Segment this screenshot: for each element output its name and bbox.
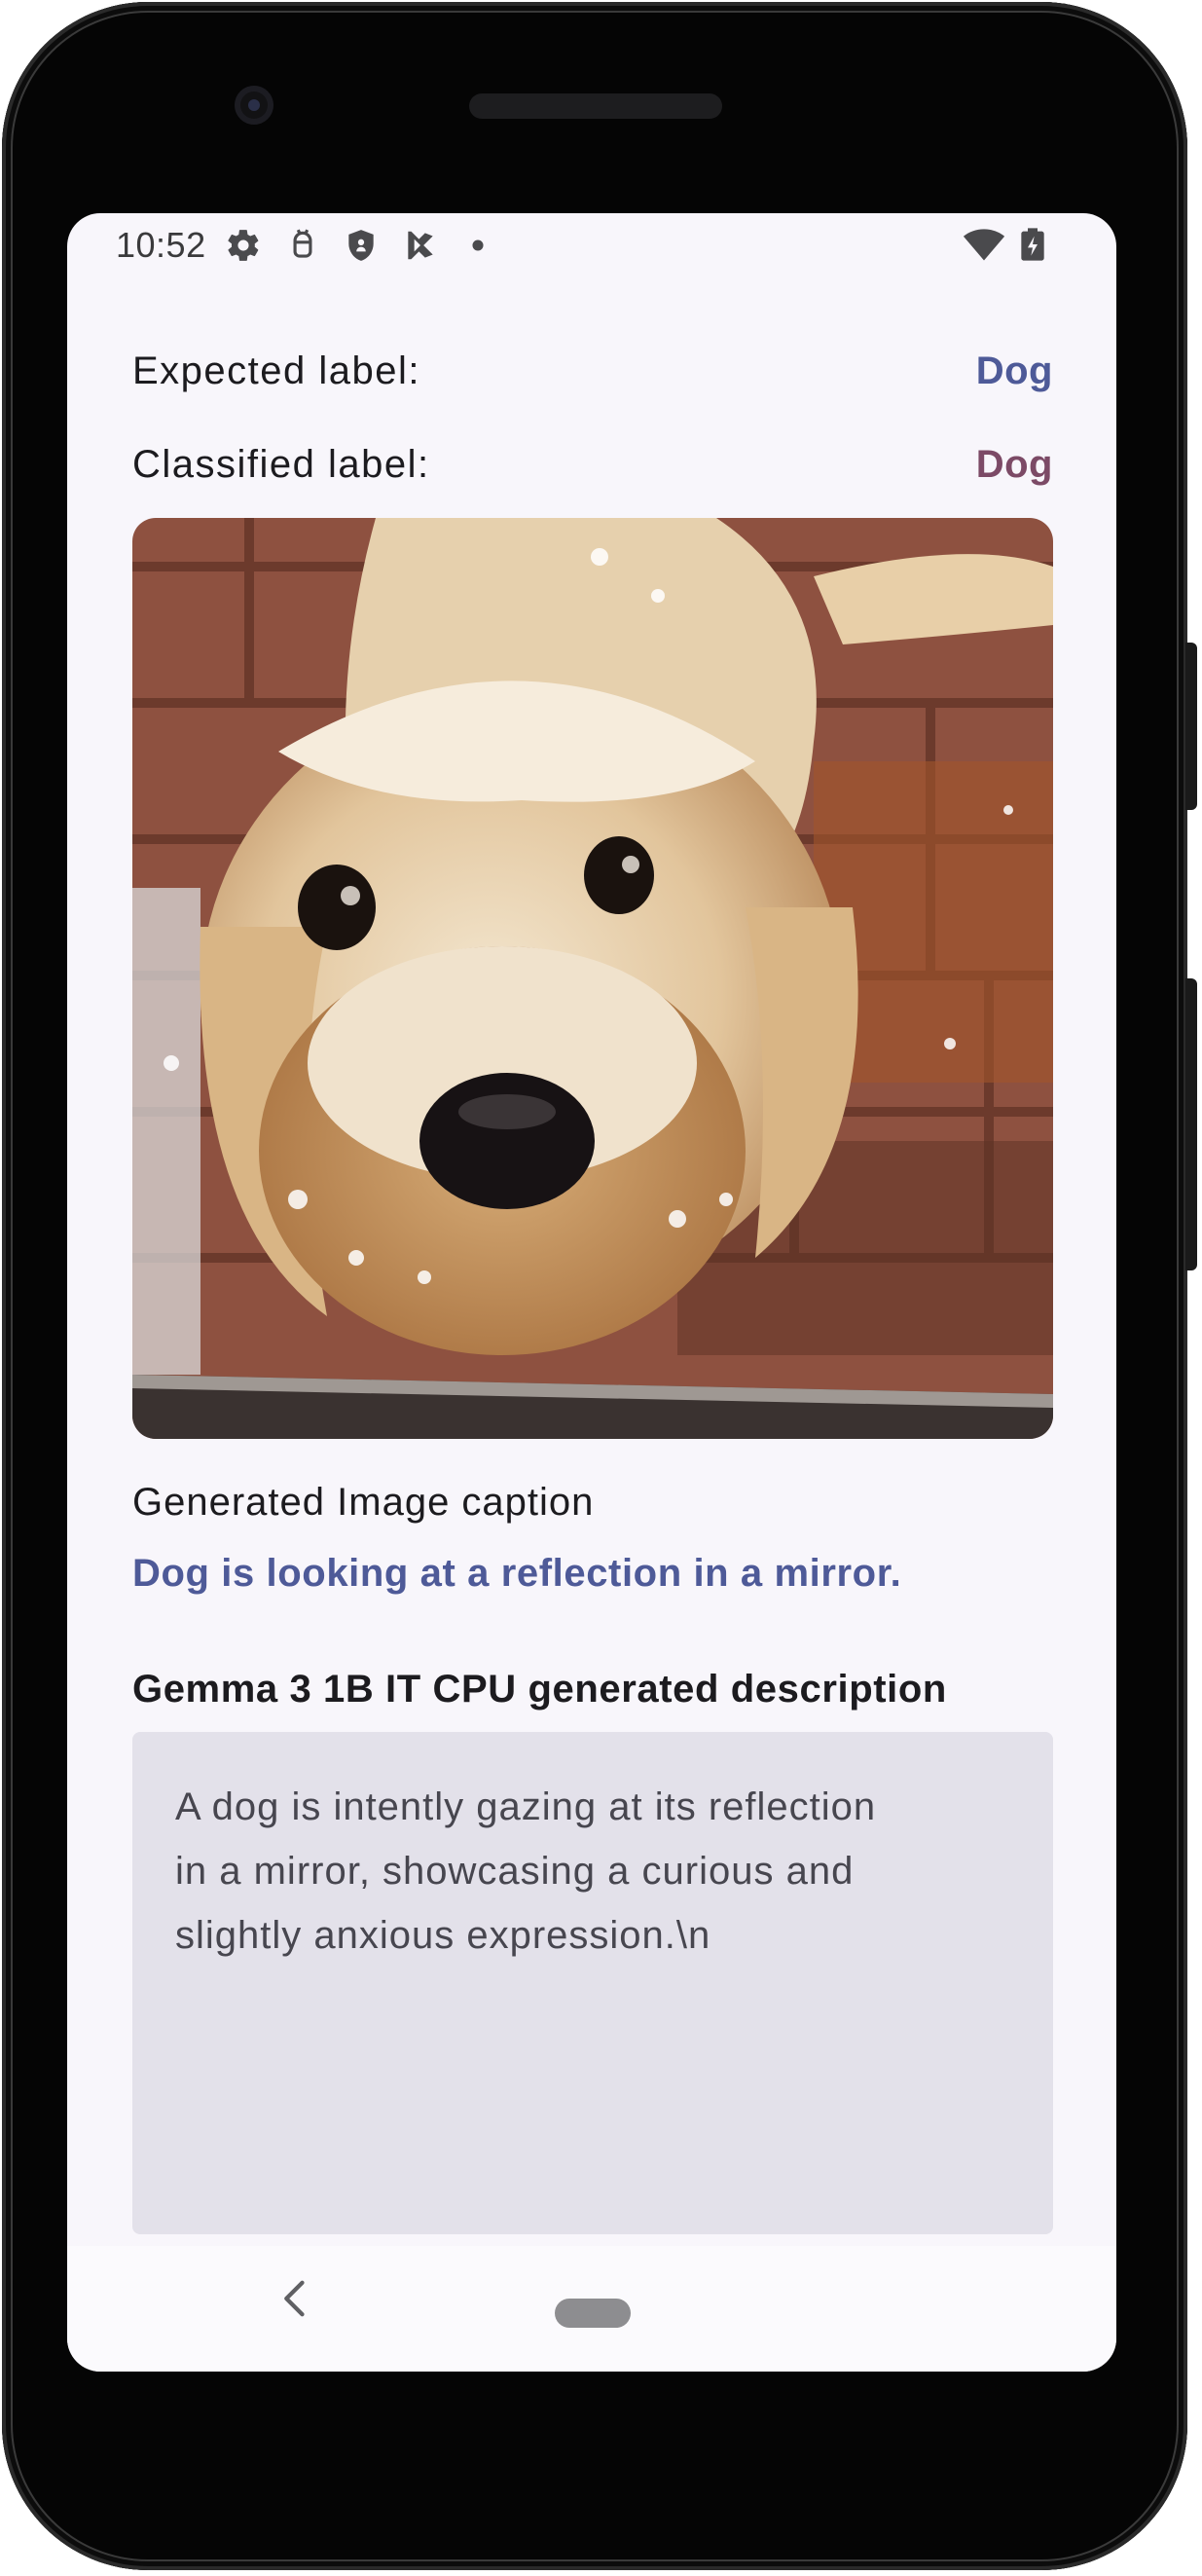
expected-label-row: Expected label: Dog [132, 350, 1053, 408]
volume-button[interactable] [1185, 978, 1197, 1270]
dog-photo-illustration [132, 518, 1053, 1439]
gear-icon [228, 230, 259, 261]
dog-photo [132, 518, 1053, 1439]
dot-icon [472, 239, 484, 251]
gemma-heading: Gemma 3 1B IT CPU generated description [132, 1668, 947, 1711]
notification-icon [293, 229, 312, 258]
description-text: A dog is intently gazing at its reflecti… [175, 1785, 877, 1957]
front-camera [235, 86, 273, 125]
classified-label-value: Dog [975, 443, 1053, 486]
classified-label-title: Classified label: [132, 443, 430, 486]
description-box: A dog is intently gazing at its reflecti… [132, 1732, 1053, 2234]
power-button[interactable] [1185, 643, 1197, 810]
status-time: 10:52 [116, 225, 206, 265]
battery-charging-icon [1021, 228, 1044, 261]
home-pill-icon[interactable] [555, 2299, 631, 2328]
wifi-icon [963, 229, 1005, 261]
caption-text: Dog is looking at a reflection in a mirr… [132, 1552, 902, 1595]
expected-label-value: Dog [975, 350, 1053, 392]
caption-heading: Generated Image caption [132, 1481, 595, 1524]
navigation-bar [67, 2246, 1116, 2372]
earpiece-speaker [469, 93, 722, 119]
chevron-left-icon[interactable] [276, 2273, 315, 2333]
status-bar: 10:52 [67, 213, 1116, 281]
expected-label-title: Expected label: [132, 350, 421, 392]
shield-icon [348, 230, 374, 261]
classified-label-row: Classified label: Dog [132, 443, 1053, 501]
screen: 10:52 Expected label: Dog Classified lab… [67, 213, 1116, 2372]
play-store-icon [408, 231, 433, 260]
